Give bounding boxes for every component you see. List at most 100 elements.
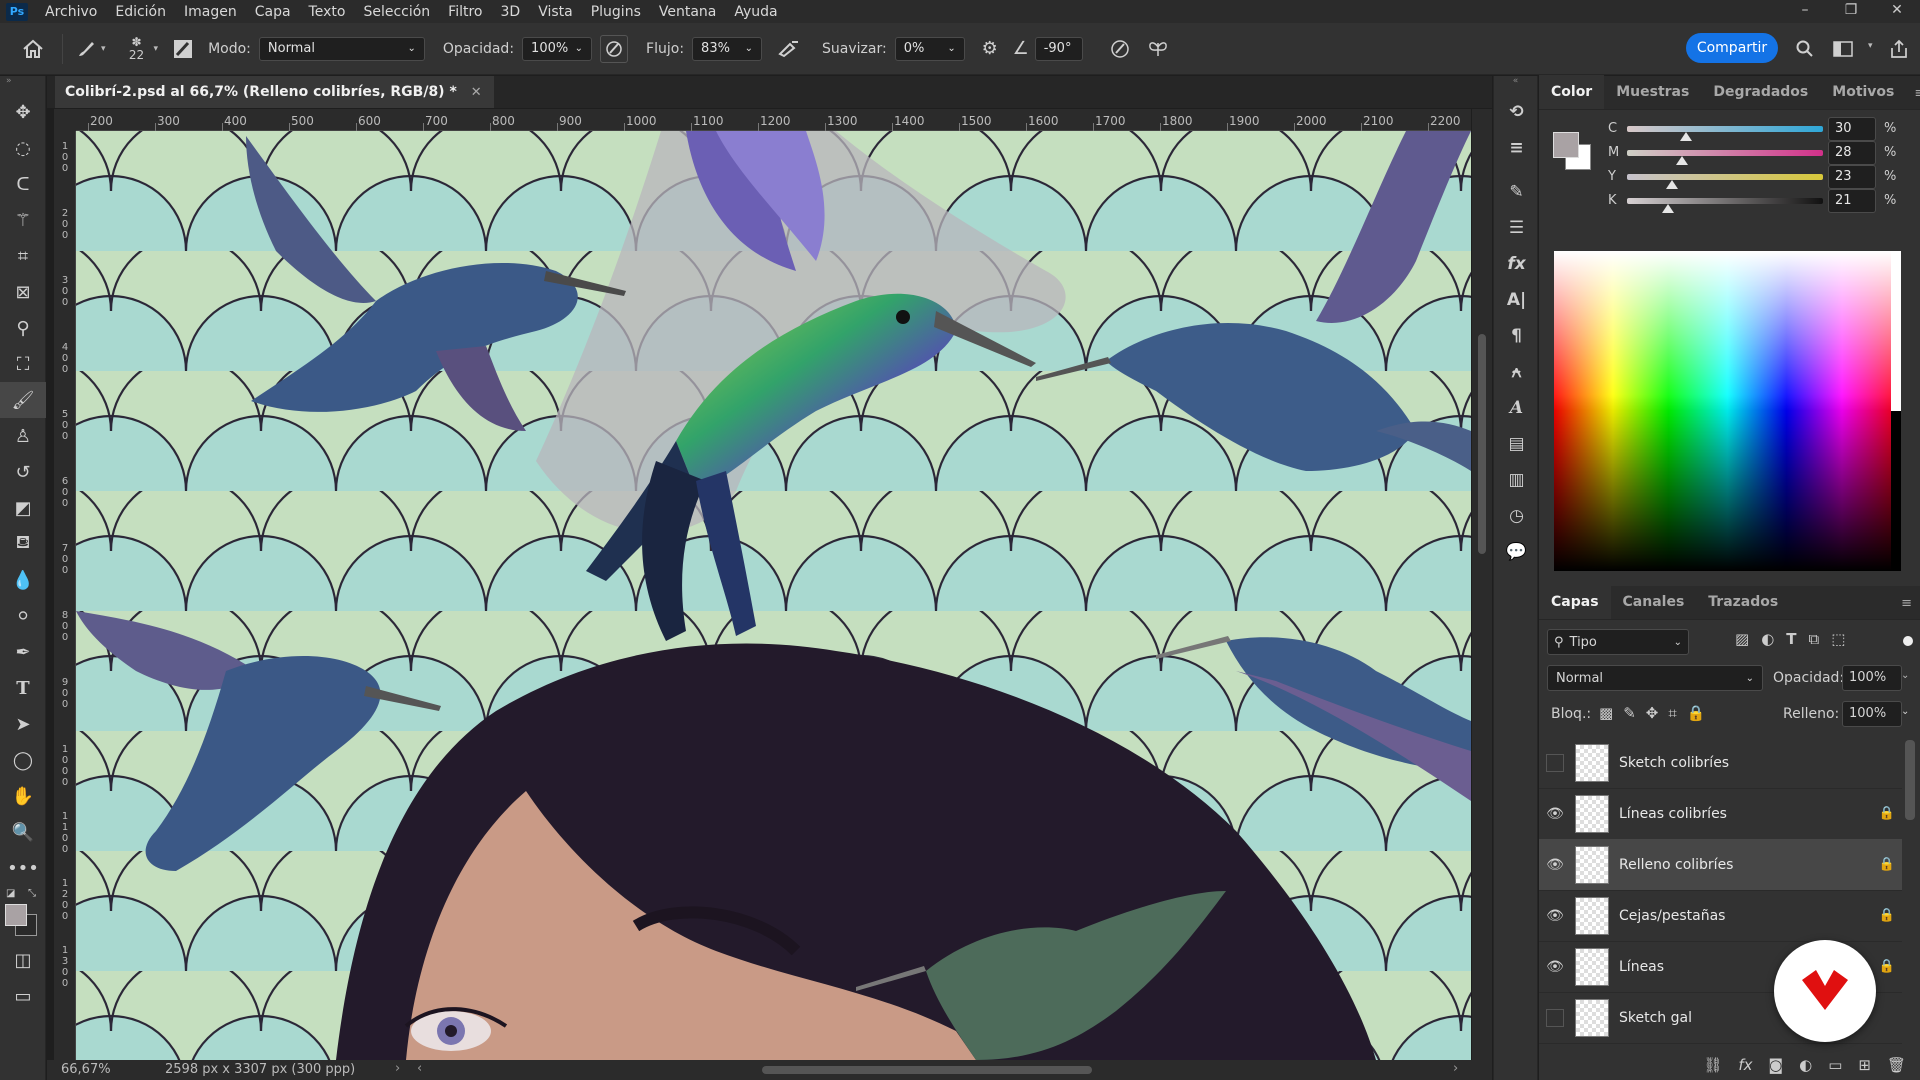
menu-imagen[interactable]: Imagen xyxy=(175,4,246,20)
lock-transparent-icon[interactable]: ▩ xyxy=(1599,704,1613,722)
slider-k[interactable]: K 21% xyxy=(1539,188,1920,216)
type-tool-icon[interactable]: T xyxy=(0,670,46,706)
fill-field[interactable]: 100% xyxy=(1842,701,1902,727)
symmetry-butterfly-icon[interactable] xyxy=(1143,34,1173,64)
layer-name[interactable]: Cejas/pestañas xyxy=(1619,908,1872,924)
add-mask-icon[interactable]: ◙ xyxy=(1769,1056,1784,1074)
layer-thumbnail[interactable] xyxy=(1575,794,1609,833)
zoom-level[interactable]: 66,67% xyxy=(61,1062,111,1077)
brush-picker-chevron-icon[interactable]: ▾ xyxy=(154,44,159,54)
menu-vista[interactable]: Vista xyxy=(529,4,582,20)
brush-size-picker[interactable]: ✽ 22 xyxy=(120,36,154,62)
layer-thumbnail[interactable] xyxy=(1575,998,1609,1037)
layer-row[interactable]: 👁 Líneas colibríes 🔒 xyxy=(1539,788,1902,840)
layer-opacity-field[interactable]: 100% xyxy=(1842,665,1902,691)
adjustment-layer-icon[interactable]: ◐ xyxy=(1799,1056,1812,1074)
hand-tool-icon[interactable]: ✋ xyxy=(0,778,46,814)
scroll-left-icon[interactable]: ‹ xyxy=(417,1061,422,1076)
swap-colors-icon[interactable]: ⤡ xyxy=(28,888,36,899)
color-swatches[interactable]: ◪ ⤡ xyxy=(0,886,45,942)
menu-archivo[interactable]: Archivo xyxy=(36,4,106,20)
smoothing-field[interactable]: 0% ⌄ xyxy=(894,36,965,61)
layer-name[interactable]: Líneas colibríes xyxy=(1619,806,1872,822)
eyedropper-tool-icon[interactable]: ⚲ xyxy=(0,310,46,346)
workspace-chevron-icon[interactable]: ▾ xyxy=(1868,41,1873,51)
filter-toggle-icon[interactable] xyxy=(1903,636,1913,646)
search-icon[interactable] xyxy=(1790,34,1820,64)
eye-hidden-icon[interactable] xyxy=(1546,753,1564,772)
filter-adjustment-icon[interactable]: ◐ xyxy=(1761,630,1774,648)
more-tools-icon[interactable]: ••• xyxy=(0,850,46,886)
spectrum-white-swatch[interactable] xyxy=(1891,251,1901,411)
chevron-down-icon[interactable]: ⌄ xyxy=(1901,670,1909,681)
mode-select[interactable]: Normal ⌄ xyxy=(258,36,425,61)
menu-seleccion[interactable]: Selección xyxy=(354,4,439,20)
menu-plugins[interactable]: Plugins xyxy=(582,4,650,20)
eye-hidden-icon[interactable] xyxy=(1546,1008,1564,1027)
libraries-icon[interactable]: ▤ xyxy=(1494,426,1539,462)
delete-layer-icon[interactable]: 🗑 xyxy=(1887,1056,1906,1074)
pressure-size-icon[interactable] xyxy=(1105,34,1135,64)
filter-pixel-icon[interactable]: ▨ xyxy=(1735,630,1749,648)
slider-value-field[interactable]: 23 xyxy=(1828,165,1876,189)
link-layers-icon[interactable]: ⛓ xyxy=(1703,1056,1722,1074)
layer-thumbnail[interactable] xyxy=(1575,896,1609,935)
brush-settings-icon[interactable] xyxy=(168,34,198,64)
crop-tool-icon[interactable]: ⌗ xyxy=(0,238,46,274)
history-icon[interactable]: ◷ xyxy=(1494,498,1539,534)
blur-tool-icon[interactable]: 💧 xyxy=(0,562,46,598)
tab-paths[interactable]: Trazados xyxy=(1696,585,1790,619)
character-styles-icon[interactable]: ⍲ xyxy=(1494,354,1539,390)
paragraph-icon[interactable]: ¶ xyxy=(1494,318,1539,354)
clone-stamp-tool-icon[interactable]: ♙ xyxy=(0,418,46,454)
menu-texto[interactable]: Texto xyxy=(300,4,355,20)
home-icon[interactable] xyxy=(18,34,48,64)
vertical-scroll-thumb[interactable] xyxy=(1478,334,1486,554)
menu-capa[interactable]: Capa xyxy=(246,4,300,20)
lock-artboard-icon[interactable]: ⌗ xyxy=(1668,704,1676,722)
airbrush-icon[interactable] xyxy=(774,34,804,64)
status-chevron-right-icon[interactable]: › xyxy=(395,1061,400,1076)
quick-mask-icon[interactable]: ◫ xyxy=(0,942,46,978)
slider-track[interactable] xyxy=(1627,174,1823,180)
notes-icon[interactable]: ▥ xyxy=(1494,462,1539,498)
color-spectrum-picker[interactable] xyxy=(1554,251,1901,571)
slider-value-field[interactable]: 30 xyxy=(1828,117,1876,141)
move-tool-icon[interactable]: ✥ xyxy=(0,94,46,130)
layer-row[interactable]: 👁 Relleno colibríes 🔒 xyxy=(1539,839,1902,891)
chevron-down-icon[interactable]: ⌄ xyxy=(1901,706,1909,717)
slider-knob[interactable] xyxy=(1662,204,1675,213)
layer-filter-select[interactable]: ⚲ Tipo ⌄ xyxy=(1547,629,1689,655)
document-tab[interactable]: Colibrí-2.psd al 66,7% (Relleno colibríe… xyxy=(55,76,494,108)
eraser-tool-icon[interactable]: ◩ xyxy=(0,490,46,526)
layer-style-fx-icon[interactable]: fx xyxy=(1738,1056,1752,1074)
slider-track[interactable] xyxy=(1627,126,1823,132)
brush-angle-field[interactable]: -90° xyxy=(1034,36,1083,61)
history-brush-tool-icon[interactable]: ↺ xyxy=(0,454,46,490)
export-share-icon[interactable] xyxy=(1884,34,1914,64)
glyphs-icon[interactable]: A xyxy=(1494,390,1539,426)
layer-thumbnail[interactable] xyxy=(1575,743,1609,782)
collapse-arrows-icon[interactable]: « xyxy=(1494,76,1537,94)
panel-menu-icon[interactable]: ≡ xyxy=(1893,589,1920,619)
lock-pixels-icon[interactable]: ✎ xyxy=(1623,704,1636,722)
vertical-scrollbar[interactable] xyxy=(1472,109,1492,1060)
slider-value-field[interactable]: 28 xyxy=(1828,141,1876,165)
zoom-tool-icon[interactable]: 🔍 xyxy=(0,814,46,850)
layer-name[interactable]: Sketch colibríes xyxy=(1619,755,1872,771)
blend-mode-select[interactable]: Normal ⌄ xyxy=(1547,665,1763,691)
flow-field[interactable]: 83% ⌄ xyxy=(692,36,763,61)
brush-tool-icon[interactable]: 🖌 xyxy=(0,382,46,418)
new-layer-icon[interactable]: ⊞ xyxy=(1858,1056,1871,1074)
pressure-opacity-icon[interactable] xyxy=(600,34,629,63)
menu-ayuda[interactable]: Ayuda xyxy=(725,4,786,20)
menu-ventana[interactable]: Ventana xyxy=(650,4,726,20)
character-icon[interactable]: A| xyxy=(1494,282,1539,318)
layer-thumbnail[interactable] xyxy=(1575,845,1609,884)
tool-preset-chevron-icon[interactable]: ▾ xyxy=(101,44,106,54)
marquee-tool-icon[interactable]: ◌ xyxy=(0,130,46,166)
collapse-arrows-icon[interactable]: » xyxy=(0,76,45,86)
path-selection-tool-icon[interactable]: ➤ xyxy=(0,706,46,742)
workspace-layout-icon[interactable] xyxy=(1828,34,1858,64)
tab-channels[interactable]: Canales xyxy=(1611,585,1697,619)
